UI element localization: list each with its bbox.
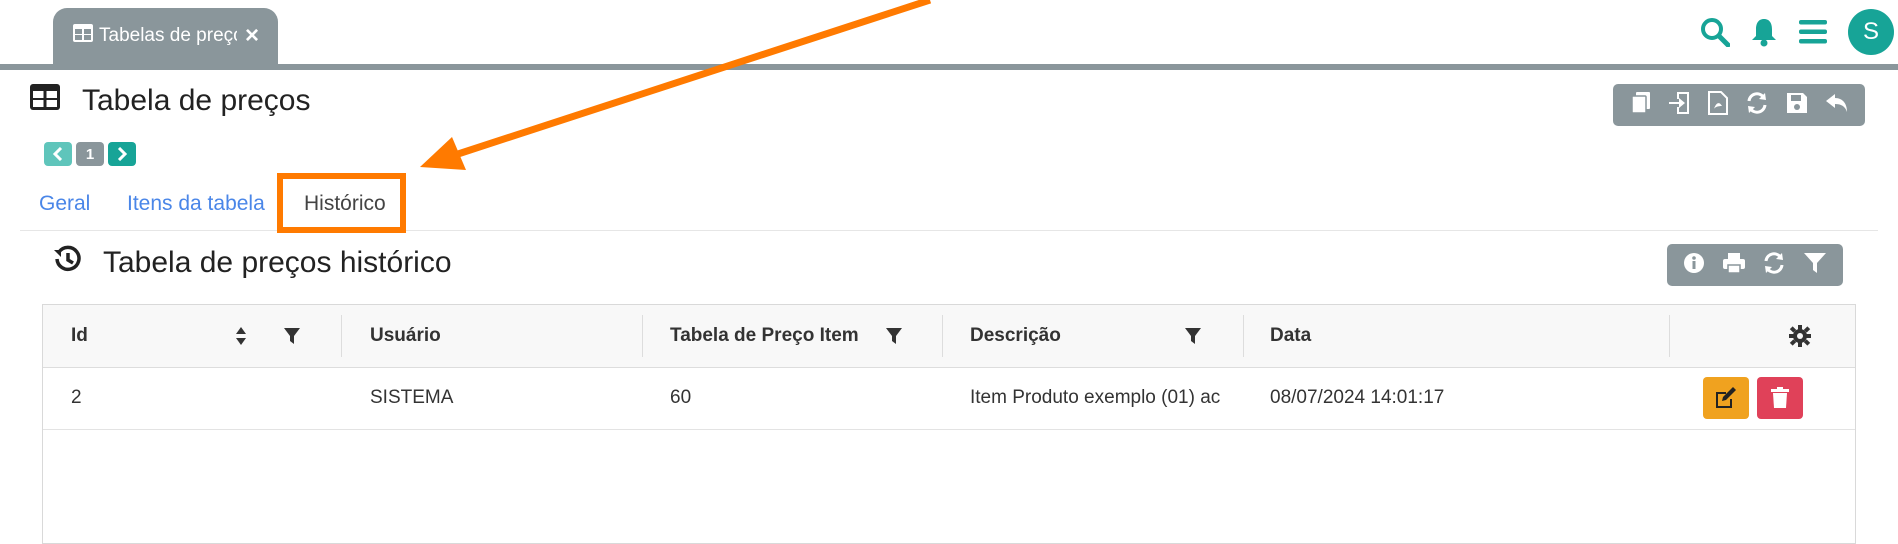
column-separator[interactable]: [341, 315, 342, 357]
row-actions: [1703, 377, 1803, 419]
column-separator[interactable]: [1243, 315, 1244, 357]
avatar[interactable]: S: [1848, 9, 1894, 55]
history-grid: Id Usuário Tabela de Preço Item Descriçã…: [42, 304, 1856, 544]
column-separator[interactable]: [1669, 315, 1670, 357]
close-icon[interactable]: ×: [245, 24, 259, 48]
top-icons: S: [1700, 8, 1898, 56]
sort-icon[interactable]: [235, 326, 247, 351]
top-bar: Tabelas de preços × S: [0, 0, 1898, 64]
copy-icon[interactable]: [1630, 91, 1652, 120]
info-icon[interactable]: [1683, 252, 1705, 279]
menu-icon[interactable]: [1798, 19, 1828, 45]
main-toolbar: [1613, 84, 1865, 126]
pdf-icon[interactable]: [1707, 90, 1728, 120]
table-row[interactable]: 2 SISTEMA 60 Item Produto exemplo (01) a…: [43, 367, 1855, 430]
bell-icon[interactable]: [1750, 17, 1778, 47]
history-icon: [53, 244, 83, 282]
cell-descricao: Item Produto exemplo (01) ac: [970, 387, 1221, 408]
trash-icon: [1771, 387, 1789, 408]
import-icon[interactable]: [1668, 91, 1691, 120]
current-page-badge: 1: [76, 142, 104, 166]
refresh-icon[interactable]: [1745, 91, 1769, 120]
cell-data: 08/07/2024 14:01:17: [1270, 387, 1445, 408]
cell-id: 2: [71, 387, 82, 408]
tab-geral[interactable]: Geral: [39, 192, 90, 216]
section-title: Tabela de preços histórico: [53, 244, 452, 282]
cell-usuario: SISTEMA: [370, 387, 454, 408]
column-separator[interactable]: [942, 315, 943, 357]
chevron-left-icon: [52, 147, 63, 161]
search-icon[interactable]: [1700, 17, 1730, 47]
tab-itens-da-tabela[interactable]: Itens da tabela: [127, 192, 265, 216]
refresh-icon[interactable]: [1762, 251, 1786, 280]
table-icon: [73, 24, 93, 48]
column-header-id[interactable]: Id: [71, 305, 88, 367]
edit-button[interactable]: [1703, 377, 1749, 419]
next-record-button[interactable]: [108, 142, 136, 166]
delete-button[interactable]: [1757, 377, 1803, 419]
annotation-highlight-box: [277, 173, 406, 233]
page-title: Tabela de preços: [30, 84, 311, 118]
section-title-text: Tabela de preços histórico: [103, 246, 452, 279]
document-tab-label: Tabelas de preços: [99, 25, 237, 46]
column-header-descricao[interactable]: Descrição: [970, 305, 1061, 367]
document-tab[interactable]: Tabelas de preços ×: [53, 8, 278, 64]
previous-record-button[interactable]: [44, 142, 72, 166]
filter-icon[interactable]: [283, 327, 301, 350]
top-divider: [0, 64, 1898, 70]
save-icon[interactable]: [1786, 92, 1808, 119]
filter-icon[interactable]: [1803, 252, 1827, 279]
column-separator[interactable]: [642, 315, 643, 357]
filter-icon[interactable]: [1184, 327, 1202, 350]
edit-icon: [1716, 387, 1736, 408]
print-icon[interactable]: [1722, 252, 1746, 279]
filter-icon[interactable]: [885, 327, 903, 350]
gear-icon[interactable]: [1789, 325, 1811, 352]
table-icon: [30, 84, 60, 118]
record-pager: 1: [44, 142, 136, 166]
column-header-usuario[interactable]: Usuário: [370, 305, 441, 367]
cell-tabela-preco-item: 60: [670, 387, 692, 408]
column-header-data[interactable]: Data: [1270, 305, 1311, 367]
undo-icon[interactable]: [1825, 92, 1849, 119]
chevron-right-icon: [117, 147, 128, 161]
section-toolbar: [1667, 244, 1843, 286]
grid-header: Id Usuário Tabela de Preço Item Descriçã…: [43, 305, 1855, 368]
page-title-text: Tabela de preços: [82, 84, 311, 117]
column-header-tabela-preco-item[interactable]: Tabela de Preço Item: [670, 305, 859, 367]
